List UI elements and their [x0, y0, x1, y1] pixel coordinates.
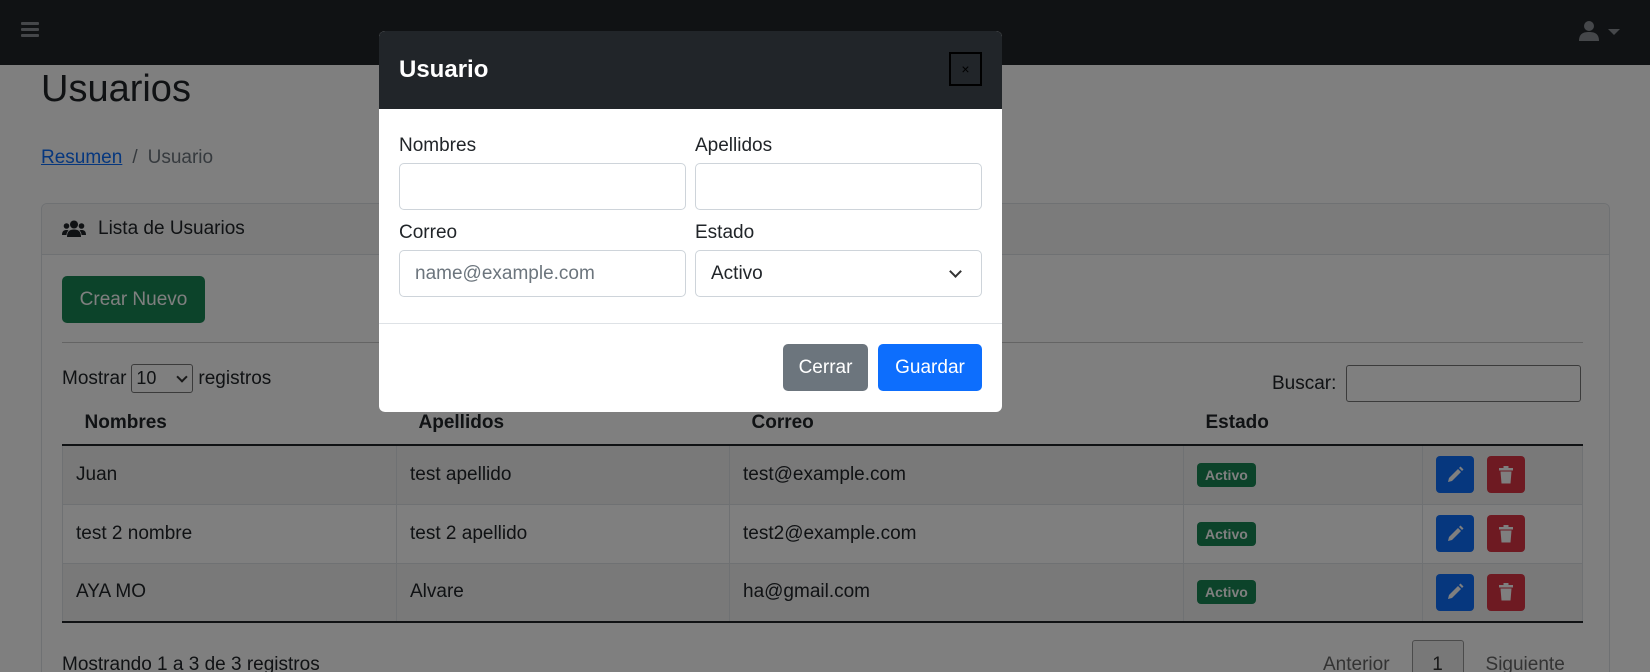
estado-select[interactable]: Activo [695, 250, 982, 297]
correo-input[interactable]: name@example.com [399, 250, 686, 297]
modal-close-button[interactable]: × [949, 52, 982, 86]
apellidos-label: Apellidos [695, 135, 773, 156]
modal-header: Usuario × [379, 31, 1002, 109]
apellidos-input[interactable] [695, 163, 982, 210]
modal-footer: Cerrar Guardar [379, 324, 1002, 412]
correo-label: Correo [399, 222, 458, 243]
save-button[interactable]: Guardar [878, 344, 982, 391]
user-modal: Usuario × Nombres Apellidos Correo name@… [379, 31, 1002, 412]
nombres-label: Nombres [399, 135, 477, 156]
close-icon: × [961, 61, 970, 77]
estado-label: Estado [695, 222, 755, 243]
nombres-field: Nombres [399, 135, 686, 210]
nombres-input[interactable] [399, 163, 686, 210]
correo-field: Correo name@example.com [399, 222, 686, 297]
apellidos-field: Apellidos [695, 135, 982, 210]
chevron-down-icon [949, 264, 962, 278]
cancel-button[interactable]: Cerrar [783, 344, 868, 391]
modal-title: Usuario [399, 56, 489, 83]
modal-body: Nombres Apellidos Correo name@example.co… [379, 109, 1002, 324]
estado-value: Activo [711, 262, 763, 284]
estado-field: Estado Activo [695, 222, 982, 297]
